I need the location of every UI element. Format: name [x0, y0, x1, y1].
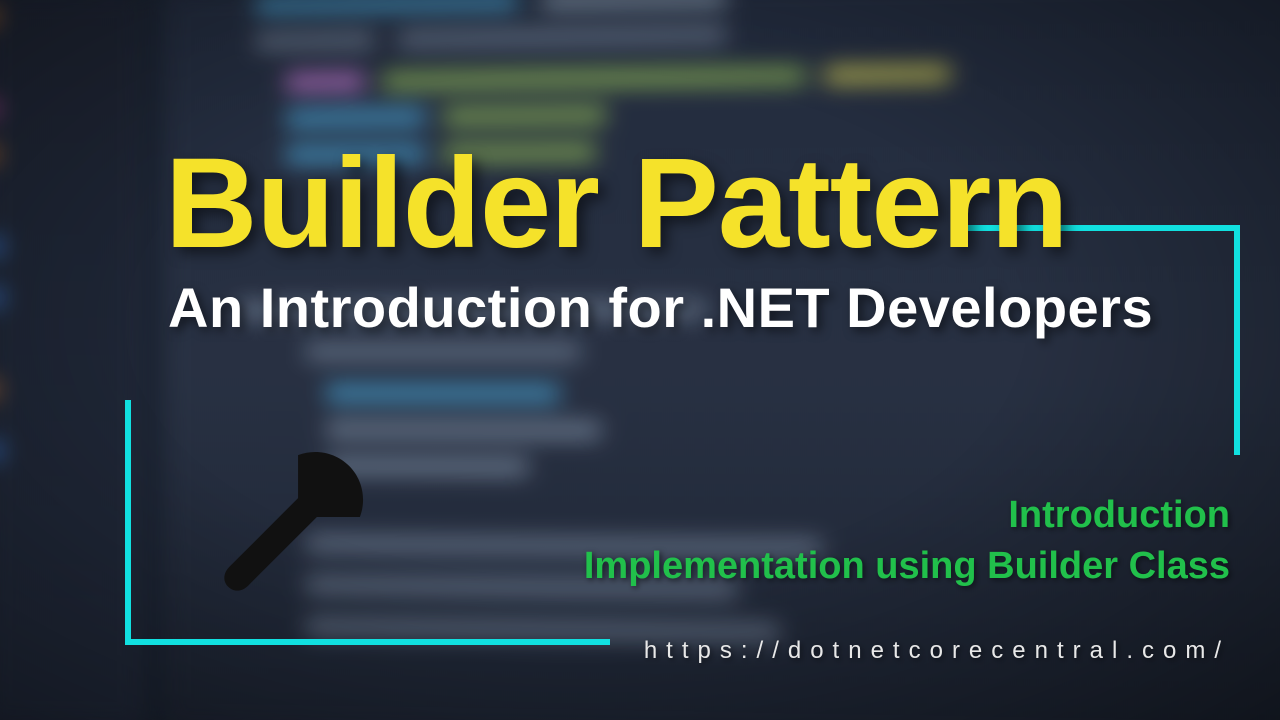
topic-line-1: Introduction — [584, 490, 1230, 541]
bg-sidebar — [0, 0, 144, 720]
wrench-icon — [195, 430, 385, 620]
topic-line-2: Implementation using Builder Class — [584, 541, 1230, 592]
main-title: Builder Pattern — [165, 130, 1068, 277]
website-url: https://dotnetcorecentral.com/ — [644, 637, 1230, 665]
thumbnail-slide: Builder Pattern An Introduction for .NET… — [0, 0, 1280, 720]
subtitle: An Introduction for .NET Developers — [168, 275, 1153, 340]
topic-list: Introduction Implementation using Builde… — [584, 490, 1230, 593]
